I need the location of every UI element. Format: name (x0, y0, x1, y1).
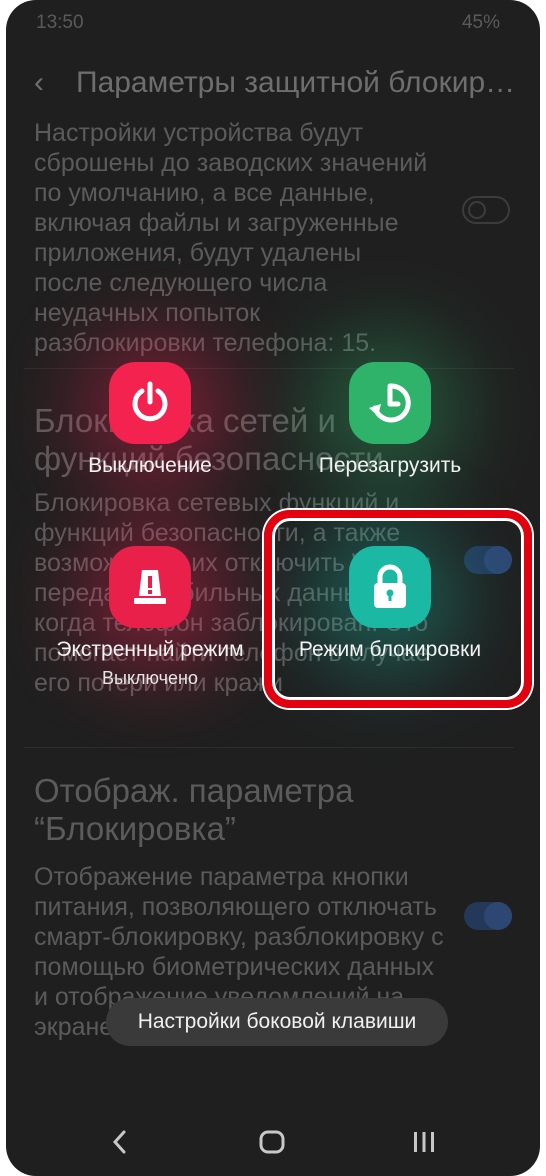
status-bar: 13:50 45% (36, 10, 500, 38)
nav-back-button[interactable] (90, 1112, 150, 1172)
nav-recents-button[interactable] (394, 1112, 454, 1172)
nav-home-button[interactable] (242, 1112, 302, 1172)
auto-reset-toggle[interactable] (462, 196, 510, 224)
toggle-knob (484, 902, 512, 930)
battery-level: 45% (461, 12, 500, 33)
setting-auto-factory-reset[interactable]: Настройки устройства будут сброшены до з… (34, 119, 434, 358)
lockdown-option-toggle[interactable] (464, 902, 512, 930)
app-header: ‹ Параметры защитной блокиров... (6, 60, 540, 110)
restart-icon (369, 383, 411, 423)
back-arrow-icon[interactable]: ‹ (34, 66, 44, 100)
toggle-knob (468, 201, 486, 219)
emergency-mode-label: Экстренный режим (56, 638, 244, 661)
restart-button[interactable] (349, 362, 431, 444)
setting-title: Отображ. параметра “Блокировка” (34, 772, 354, 847)
back-icon (112, 1130, 126, 1154)
lock-icon (374, 564, 406, 608)
setting-description: Настройки устройства будут сброшены до з… (34, 119, 428, 357)
home-icon (259, 1130, 285, 1154)
power-icon (132, 381, 168, 422)
screen: 13:50 45% ‹ Параметры защитной блокиров.… (6, 0, 540, 1176)
emergency-mode-status: Выключено (102, 668, 198, 688)
page-title: Параметры защитной блокиров... (76, 66, 526, 99)
emergency-light-icon (134, 570, 166, 604)
side-key-settings-button[interactable]: Настройки боковой клавиши (106, 998, 448, 1046)
navigation-bar (6, 1112, 540, 1172)
divider (24, 747, 514, 748)
lockdown-mode-label: Режим блокировки (298, 638, 482, 661)
emergency-mode-button[interactable] (109, 546, 191, 628)
status-time: 13:50 (36, 12, 84, 33)
restart-label: Перезагрузить (318, 454, 462, 477)
power-off-button[interactable] (109, 362, 191, 444)
lockdown-mode-button[interactable] (349, 546, 431, 628)
power-off-label: Выключение (88, 454, 212, 477)
recents-icon (414, 1132, 434, 1152)
phone-frame: 13:50 45% ‹ Параметры защитной блокиров.… (0, 0, 546, 1176)
